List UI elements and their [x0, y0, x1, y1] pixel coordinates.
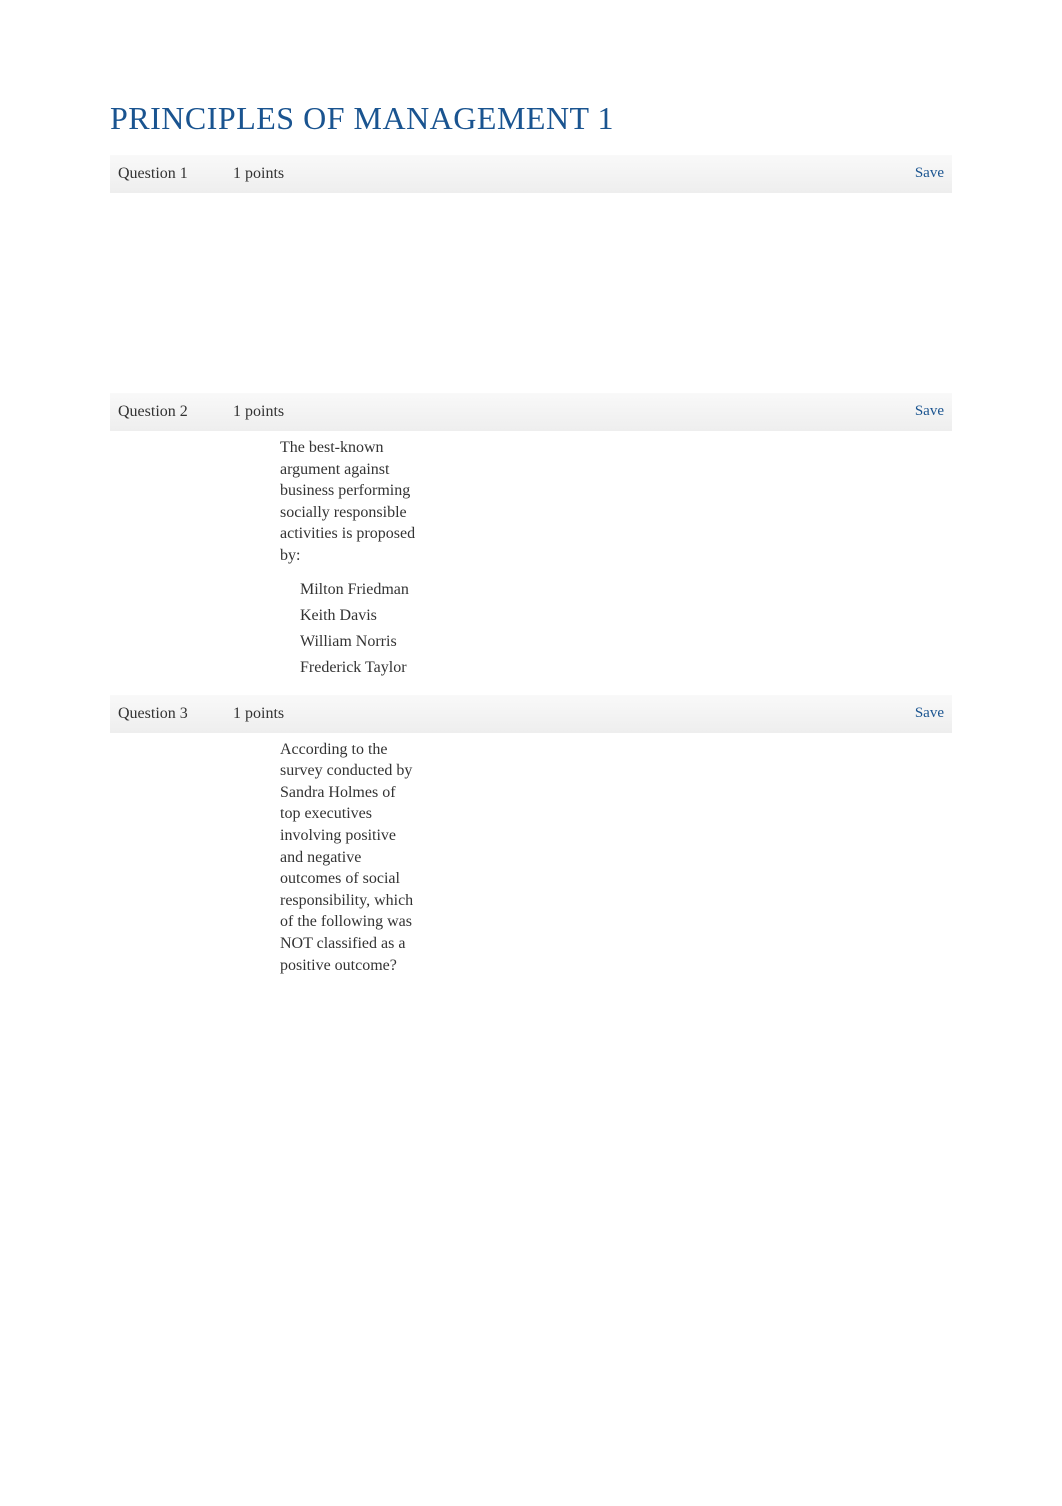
question-3: Question 3 1 points Save According to th… [110, 695, 952, 987]
question-2-label: Question 2 [110, 397, 225, 427]
question-1: Question 1 1 points Save [110, 155, 952, 393]
question-2-option-2[interactable]: Keith Davis [300, 603, 952, 629]
question-2: Question 2 1 points Save The best-known … [110, 393, 952, 695]
question-2-text: The best-known argument against business… [225, 431, 425, 577]
question-2-options: Milton Friedman Keith Davis William Norr… [225, 577, 952, 695]
question-2-save-link[interactable]: Save [882, 397, 952, 426]
question-2-points: 1 points [225, 397, 292, 427]
question-1-points: 1 points [225, 159, 292, 189]
question-3-points: 1 points [225, 699, 292, 729]
question-3-text: According to the survey conducted by San… [225, 733, 425, 987]
question-2-option-3[interactable]: William Norris [300, 629, 952, 655]
question-1-save-link[interactable]: Save [882, 159, 952, 188]
page-title: PRINCIPLES OF MANAGEMENT 1 [110, 100, 952, 137]
question-2-option-4[interactable]: Frederick Taylor [300, 655, 952, 681]
question-2-option-1[interactable]: Milton Friedman [300, 577, 952, 603]
question-3-label: Question 3 [110, 699, 225, 729]
question-3-save-link[interactable]: Save [882, 699, 952, 728]
question-1-label: Question 1 [110, 159, 225, 189]
